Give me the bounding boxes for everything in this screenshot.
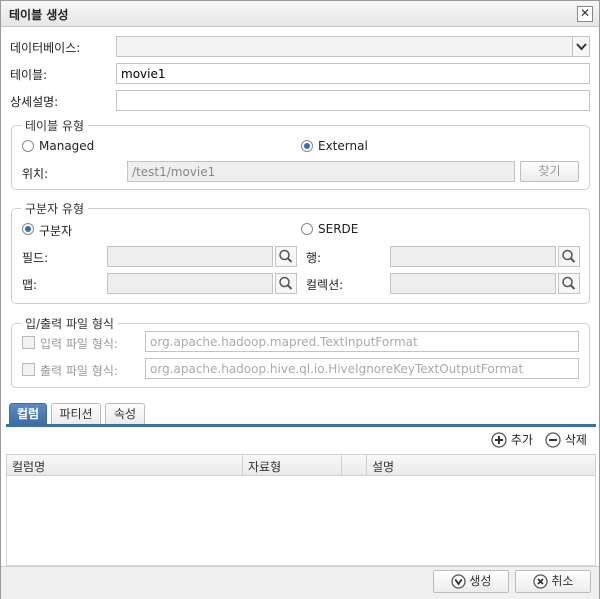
search-icon bbox=[562, 276, 576, 290]
field-label: 필드: bbox=[22, 251, 49, 265]
delimiter-type-legend: 구분자 유형 bbox=[21, 200, 89, 217]
tab-underline bbox=[6, 424, 596, 427]
check-circle-icon bbox=[450, 574, 466, 589]
table-name-input[interactable] bbox=[116, 63, 590, 84]
table-type-legend: 테이블 유형 bbox=[21, 117, 89, 134]
search-icon bbox=[562, 249, 576, 263]
serde-radio[interactable] bbox=[301, 223, 313, 235]
column-divider bbox=[242, 455, 243, 475]
collection-label: 컬렉션: bbox=[306, 278, 344, 292]
managed-label[interactable]: Managed bbox=[39, 139, 94, 153]
input-format-input[interactable] bbox=[145, 331, 579, 352]
delete-column-button[interactable]: 삭제 bbox=[545, 431, 587, 449]
serde-label[interactable]: SERDE bbox=[318, 222, 358, 236]
description-label: 상세설명: bbox=[10, 95, 59, 109]
external-label[interactable]: External bbox=[318, 139, 368, 153]
output-format-label: 출력 파일 형식: bbox=[40, 364, 118, 378]
delete-column-label: 삭제 bbox=[564, 433, 587, 447]
cancel-button[interactable]: 취소 bbox=[515, 570, 591, 593]
tab-partitions[interactable]: 파티션 bbox=[51, 403, 101, 424]
close-icon: ✕ bbox=[579, 6, 591, 20]
column-header-description[interactable]: 설명 bbox=[372, 458, 394, 475]
create-button[interactable]: 생성 bbox=[433, 570, 509, 593]
table-name-label: 테이블: bbox=[10, 68, 48, 82]
search-icon bbox=[279, 249, 293, 263]
dialog-title: 테이블 생성 bbox=[9, 8, 69, 22]
row-input[interactable] bbox=[390, 246, 556, 267]
output-format-input[interactable] bbox=[145, 358, 579, 379]
cancel-button-label: 취소 bbox=[551, 574, 574, 588]
collection-input[interactable] bbox=[390, 273, 556, 294]
create-table-dialog: 테이블 생성 ✕ 데이터베이스: 테이블: 상세설명: 테이블 유형 Manag… bbox=[0, 0, 600, 599]
column-table-header: 컬럼명 자료형 설명 bbox=[6, 454, 596, 476]
managed-radio[interactable] bbox=[22, 140, 34, 152]
delimiter-label[interactable]: 구분자 bbox=[39, 222, 72, 239]
input-format-checkbox[interactable] bbox=[22, 336, 35, 349]
output-format-checkbox[interactable] bbox=[22, 363, 35, 376]
description-input[interactable] bbox=[116, 90, 590, 111]
column-divider bbox=[366, 455, 367, 475]
title-bar: 테이블 생성 ✕ bbox=[1, 1, 599, 27]
map-label: 맵: bbox=[22, 278, 38, 292]
field-search-button[interactable] bbox=[275, 246, 297, 267]
collection-search-button[interactable] bbox=[558, 273, 580, 294]
location-label: 위치: bbox=[22, 167, 49, 181]
chevron-down-icon[interactable] bbox=[572, 37, 589, 56]
create-button-label: 생성 bbox=[469, 574, 492, 588]
column-divider bbox=[341, 455, 342, 475]
location-input[interactable] bbox=[127, 161, 515, 182]
close-button[interactable]: ✕ bbox=[577, 6, 593, 22]
io-format-legend: 입/출력 파일 형식 bbox=[21, 315, 118, 332]
search-icon bbox=[279, 276, 293, 290]
external-radio[interactable] bbox=[301, 140, 313, 152]
input-format-label: 입력 파일 형식: bbox=[40, 337, 118, 351]
map-search-button[interactable] bbox=[275, 273, 297, 294]
database-select[interactable] bbox=[116, 36, 590, 57]
map-input[interactable] bbox=[107, 273, 273, 294]
row-label: 행: bbox=[306, 251, 322, 265]
browse-button[interactable]: 찾기 bbox=[520, 161, 579, 182]
minus-circle-icon bbox=[545, 431, 561, 448]
delimiter-radio[interactable] bbox=[22, 223, 34, 235]
add-column-button[interactable]: 추가 bbox=[491, 431, 533, 449]
column-header-name[interactable]: 컬럼명 bbox=[12, 458, 45, 475]
plus-circle-icon bbox=[491, 431, 507, 448]
row-search-button[interactable] bbox=[558, 246, 580, 267]
tab-properties[interactable]: 속성 bbox=[105, 403, 145, 424]
column-table-body bbox=[6, 476, 596, 566]
dialog-footer: 생성 취소 bbox=[1, 566, 599, 599]
tab-columns[interactable]: 컬럼 bbox=[9, 403, 47, 424]
add-column-label: 추가 bbox=[510, 433, 533, 447]
field-input[interactable] bbox=[107, 246, 273, 267]
cancel-circle-icon bbox=[532, 574, 548, 589]
database-label: 데이터베이스: bbox=[10, 41, 81, 55]
column-header-type[interactable]: 자료형 bbox=[248, 458, 281, 475]
